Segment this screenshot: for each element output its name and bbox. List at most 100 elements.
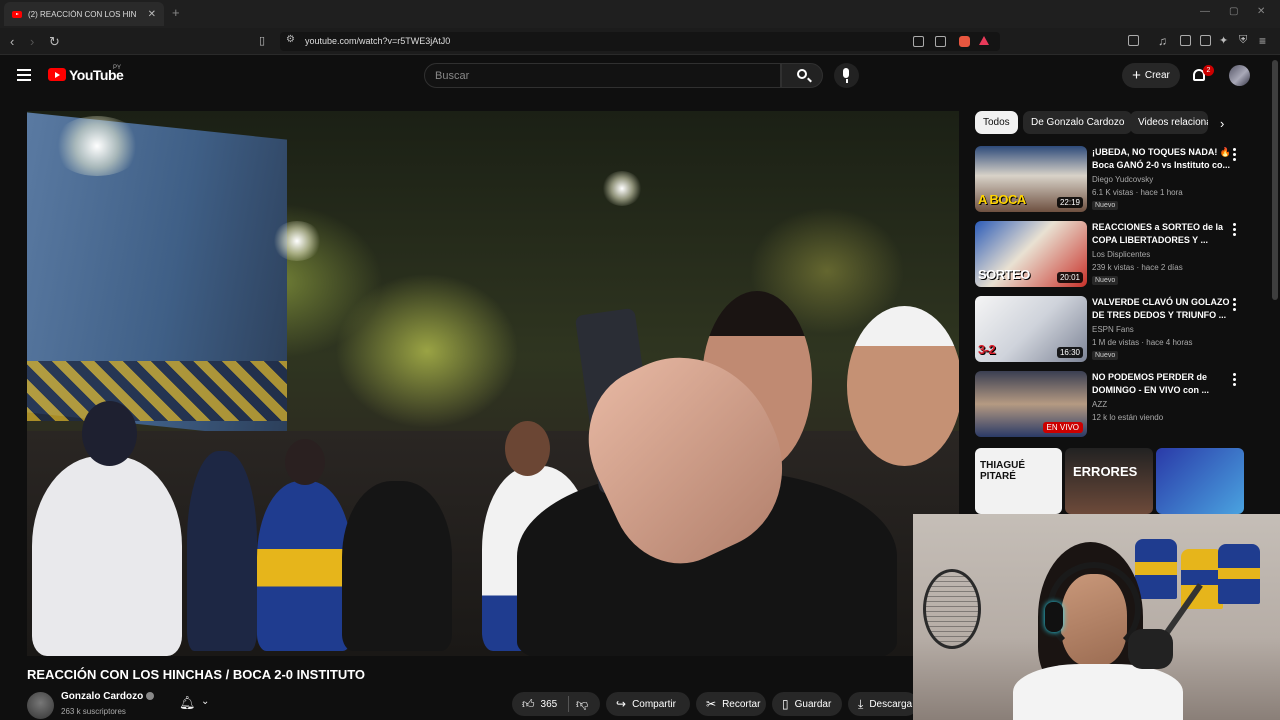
brave-shield-icon[interactable] — [959, 36, 970, 47]
divider — [568, 696, 569, 712]
bookmark-icon[interactable]: ▯ — [259, 34, 265, 47]
youtube-logo-icon[interactable] — [48, 68, 66, 81]
rewards-icon[interactable] — [979, 36, 989, 45]
clip-label: Recortar — [722, 698, 761, 710]
video-title: REACCIÓN CON LOS HINCHAS / BOCA 2-0 INST… — [27, 667, 366, 682]
video-player[interactable] — [27, 111, 959, 656]
chevron-right-icon[interactable]: › — [1220, 116, 1224, 131]
fan-cap-head — [847, 306, 959, 466]
back-icon[interactable]: ‹ — [10, 34, 14, 49]
recommendation-item[interactable]: EN VIVO NO PODEMOS PERDER de DOMINGO - E… — [975, 371, 1245, 437]
fan-head — [505, 421, 550, 476]
site-settings-icon[interactable]: ⚙ — [286, 34, 295, 45]
video-title[interactable]: NO PODEMOS PERDER de DOMINGO - EN VIVO c… — [1092, 371, 1232, 397]
search-button[interactable] — [781, 63, 823, 88]
short-thumbnail[interactable] — [1156, 448, 1244, 514]
sidebar-toggle-icon[interactable] — [1128, 35, 1139, 46]
bell-icon: 🔔︎ — [179, 695, 196, 710]
short-text: THIAGUÉ PITARÉ — [980, 460, 1025, 482]
new-badge: Nuevo — [1092, 201, 1119, 210]
video-thumbnail[interactable]: SORTEO 20:01 — [975, 221, 1087, 287]
fan-head — [285, 439, 325, 485]
channel-name[interactable]: Diego Yudcovsky — [1092, 175, 1153, 184]
recommendation-item[interactable]: SORTEO 20:01 REACCIONES a SORTEO de la C… — [975, 221, 1245, 287]
short-thumbnail[interactable]: THIAGUÉ PITARÉ — [975, 448, 1062, 514]
tab-title: (2) REACCIÓN CON LOS HIN — [28, 9, 137, 19]
fan-dark-jacket — [342, 481, 452, 651]
share-page-icon[interactable] — [935, 36, 946, 47]
short-thumbnail[interactable]: ERRORES — [1065, 448, 1153, 514]
share-icon: ↪ — [616, 697, 627, 711]
voice-search-icon[interactable] — [834, 63, 859, 88]
chip-related[interactable]: Videos relaciona — [1130, 111, 1208, 134]
video-thumbnail[interactable]: EN VIVO — [975, 371, 1087, 437]
reader-icon[interactable] — [1180, 35, 1191, 46]
country-code: PY — [113, 65, 122, 71]
hamburger-menu-icon[interactable] — [17, 69, 31, 84]
video-title[interactable]: ¡UBEDA, NO TOQUES NADA! 🔥 Boca GANÓ 2-0 … — [1092, 146, 1232, 172]
share-label: Compartir — [632, 698, 676, 710]
subscription-bell-button[interactable]: 🔔︎ ⌄ — [171, 692, 221, 716]
create-button[interactable]: + Crear — [1122, 63, 1180, 88]
hanging-jersey — [1135, 539, 1177, 599]
more-options-icon[interactable] — [1233, 148, 1237, 163]
video-thumbnail[interactable]: A BOCA 22:19 — [975, 146, 1087, 212]
music-icon[interactable]: ♫ — [1158, 34, 1167, 48]
recommendation-item[interactable]: 3-2 16:30 VALVERDE CLAVÓ UN GOLAZO DE TR… — [975, 296, 1245, 362]
notification-count-badge: 2 — [1203, 65, 1214, 76]
save-button[interactable]: ▯ Guardar — [772, 692, 842, 716]
address-bar[interactable]: ⚙ youtube.com/watch?v=r5TWE3jAtJ0 — [280, 32, 1000, 51]
video-meta: 6.1 K vistas · hace 1 hora — [1092, 188, 1183, 197]
browser-tab[interactable]: (2) REACCIÓN CON LOS HIN ✕ — [4, 2, 164, 26]
short-text: ERRORES — [1073, 464, 1138, 479]
forward-icon[interactable]: › — [30, 34, 34, 49]
like-count[interactable]: 365 — [541, 699, 558, 710]
duration-badge: 16:30 — [1056, 347, 1083, 358]
chip-todos[interactable]: Todos — [975, 111, 1018, 134]
user-avatar[interactable] — [1229, 65, 1250, 86]
vpn-icon[interactable]: ⛨ — [1239, 34, 1247, 47]
fan-head — [82, 401, 137, 466]
cast-icon[interactable] — [913, 36, 924, 47]
maximize-icon[interactable]: ▢ — [1229, 6, 1238, 17]
search-placeholder: Buscar — [435, 70, 470, 82]
like-icon[interactable]: 👍︎ — [522, 697, 535, 712]
tab-close-icon[interactable]: ✕ — [148, 9, 156, 20]
clip-button[interactable]: ✂ Recortar — [696, 692, 766, 716]
duration-badge: 20:01 — [1056, 272, 1083, 283]
dislike-icon[interactable]: 👎︎ — [576, 697, 588, 712]
channel-name-row[interactable]: Gonzalo Cardozo — [61, 691, 155, 702]
share-button[interactable]: ↪ Compartir — [606, 692, 690, 716]
channel-name[interactable]: Los Displicentes — [1092, 250, 1150, 259]
download-label: Descarga — [869, 698, 913, 710]
video-title[interactable]: REACCIONES a SORTEO de la COPA LIBERTADO… — [1092, 221, 1232, 247]
video-thumbnail[interactable]: 3-2 16:30 — [975, 296, 1087, 362]
more-options-icon[interactable] — [1233, 298, 1237, 313]
minimize-icon[interactable]: — — [1200, 6, 1210, 17]
wallet-icon[interactable] — [1200, 35, 1211, 46]
channel-name[interactable]: Gonzalo Cardozo — [61, 691, 143, 702]
more-options-icon[interactable] — [1233, 373, 1237, 388]
video-title[interactable]: VALVERDE CLAVÓ UN GOLAZO DE TRES DEDOS Y… — [1092, 296, 1232, 322]
channel-avatar[interactable] — [27, 692, 54, 719]
search-icon — [797, 69, 807, 79]
search-input[interactable]: Buscar — [424, 63, 781, 88]
street-light — [602, 171, 642, 206]
chip-channel[interactable]: De Gonzalo Cardozo — [1023, 111, 1133, 134]
close-window-icon[interactable]: ✕ — [1257, 6, 1265, 17]
more-options-icon[interactable] — [1233, 223, 1237, 238]
download-button[interactable]: ⤓ Descarga — [848, 692, 918, 716]
menu-icon[interactable]: ≡ — [1259, 34, 1266, 48]
channel-name[interactable]: AZZ — [1092, 400, 1107, 409]
thumbnail-text: 3-2 — [978, 342, 996, 357]
reload-icon[interactable]: ↻ — [49, 34, 60, 50]
recommendation-item[interactable]: A BOCA 22:19 ¡UBEDA, NO TOQUES NADA! 🔥 B… — [975, 146, 1245, 212]
street-light — [272, 221, 322, 261]
new-badge: Nuevo — [1092, 351, 1119, 360]
new-tab-icon[interactable]: + — [172, 5, 180, 20]
extensions-icon[interactable]: ✦ — [1219, 34, 1228, 47]
channel-name[interactable]: ESPN Fans — [1092, 325, 1134, 334]
browser-toolbar: ‹ › ↻ ▯ ⚙ youtube.com/watch?v=r5TWE3jAtJ… — [0, 28, 1280, 55]
page-scrollbar[interactable] — [1272, 60, 1278, 300]
video-meta: 1 M de vistas · hace 4 horas — [1092, 338, 1193, 347]
